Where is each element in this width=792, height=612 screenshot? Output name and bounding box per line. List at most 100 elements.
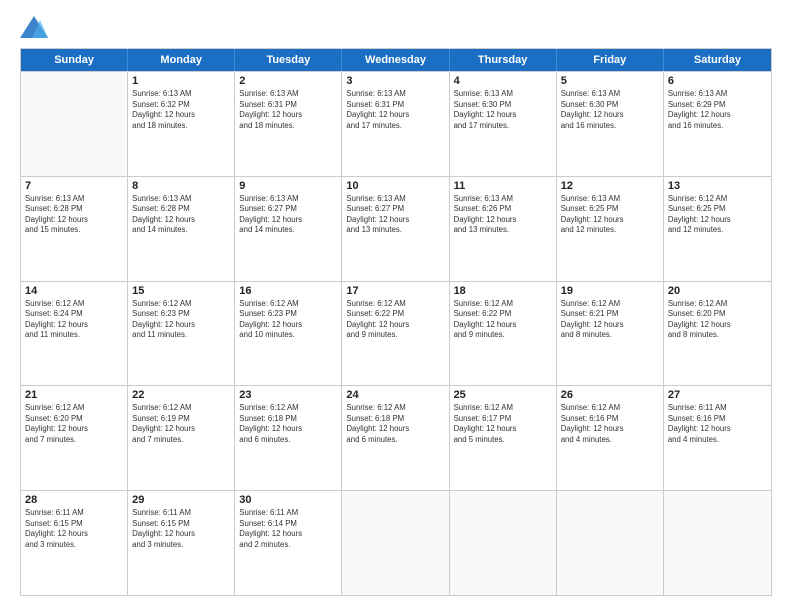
cal-cell: 2 Sunrise: 6:13 AM Sunset: 6:31 PM Daylig… [235, 72, 342, 176]
cal-cell: 18Sunrise: 6:12 AM Sunset: 6:22 PM Dayli… [450, 282, 557, 386]
header-day-wednesday: Wednesday [342, 49, 449, 71]
week-row-4: 21 Sunrise: 6:12 AM Sunset: 6:20 PM Dayli… [21, 385, 771, 490]
cal-cell: 16 Sunrise: 6:12 AM Sunset: 6:23 PM Dayli… [235, 282, 342, 386]
day-number: 28 [25, 494, 123, 506]
day-info: Sunrise: 6:13 AM Sunset: 6:28 PM Dayligh… [132, 194, 230, 236]
header-day-tuesday: Tuesday [235, 49, 342, 71]
day-number: 5 [561, 75, 659, 87]
day-info: Sunrise: 6:12 AM Sunset: 6:21 PM Dayligh… [561, 299, 659, 341]
cal-cell [342, 491, 449, 595]
cal-cell: 20 Sunrise: 6:12 AM Sunset: 6:20 PM Dayli… [664, 282, 771, 386]
cal-cell: 26Sunrise: 6:12 AM Sunset: 6:16 PM Dayli… [557, 386, 664, 490]
day-info: Sunrise: 6:13 AM Sunset: 6:29 PM Dayligh… [668, 89, 767, 131]
cal-cell: 28 Sunrise: 6:11 AM Sunset: 6:15 PM Dayli… [21, 491, 128, 595]
day-info: Sunrise: 6:12 AM Sunset: 6:18 PM Dayligh… [346, 403, 444, 445]
day-info: Sunrise: 6:11 AM Sunset: 6:15 PM Dayligh… [25, 508, 123, 550]
calendar-header: SundayMondayTuesdayWednesdayThursdayFrid… [21, 49, 771, 71]
day-number: 17 [346, 285, 444, 297]
logo-icon [20, 16, 48, 38]
cal-cell: 6 Sunrise: 6:13 AM Sunset: 6:29 PM Daylig… [664, 72, 771, 176]
cal-cell: 8 Sunrise: 6:13 AM Sunset: 6:28 PM Daylig… [128, 177, 235, 281]
cal-cell: 14 Sunrise: 6:12 AM Sunset: 6:24 PM Dayli… [21, 282, 128, 386]
day-info: Sunrise: 6:13 AM Sunset: 6:26 PM Dayligh… [454, 194, 552, 236]
day-number: 2 [239, 75, 337, 87]
day-info: Sunrise: 6:11 AM Sunset: 6:14 PM Dayligh… [239, 508, 337, 550]
cal-cell [450, 491, 557, 595]
day-number: 14 [25, 285, 123, 297]
day-number: 19 [561, 285, 659, 297]
cal-cell: 12 Sunrise: 6:13 AM Sunset: 6:25 PM Dayli… [557, 177, 664, 281]
day-number: 20 [668, 285, 767, 297]
cal-cell: 27 Sunrise: 6:11 AM Sunset: 6:16 PM Dayli… [664, 386, 771, 490]
day-number: 15 [132, 285, 230, 297]
day-info: Sunrise: 6:12 AM Sunset: 6:22 PM Dayligh… [454, 299, 552, 341]
day-number: 7 [25, 180, 123, 192]
cal-cell: 13Sunrise: 6:12 AM Sunset: 6:25 PM Dayli… [664, 177, 771, 281]
cal-cell: 15 Sunrise: 6:12 AM Sunset: 6:23 PM Dayli… [128, 282, 235, 386]
cal-cell [21, 72, 128, 176]
header [20, 16, 772, 38]
day-number: 8 [132, 180, 230, 192]
cal-cell: 7 Sunrise: 6:13 AM Sunset: 6:28 PM Daylig… [21, 177, 128, 281]
day-number: 9 [239, 180, 337, 192]
day-info: Sunrise: 6:12 AM Sunset: 6:18 PM Dayligh… [239, 403, 337, 445]
cal-cell: 5 Sunrise: 6:13 AM Sunset: 6:30 PM Daylig… [557, 72, 664, 176]
day-info: Sunrise: 6:12 AM Sunset: 6:17 PM Dayligh… [454, 403, 552, 445]
cal-cell: 4 Sunrise: 6:13 AM Sunset: 6:30 PM Daylig… [450, 72, 557, 176]
day-number: 6 [668, 75, 767, 87]
day-info: Sunrise: 6:12 AM Sunset: 6:19 PM Dayligh… [132, 403, 230, 445]
cal-cell: 10 Sunrise: 6:13 AM Sunset: 6:27 PM Dayli… [342, 177, 449, 281]
day-info: Sunrise: 6:12 AM Sunset: 6:23 PM Dayligh… [132, 299, 230, 341]
day-info: Sunrise: 6:13 AM Sunset: 6:32 PM Dayligh… [132, 89, 230, 131]
day-info: Sunrise: 6:13 AM Sunset: 6:27 PM Dayligh… [346, 194, 444, 236]
day-info: Sunrise: 6:11 AM Sunset: 6:15 PM Dayligh… [132, 508, 230, 550]
day-info: Sunrise: 6:12 AM Sunset: 6:20 PM Dayligh… [25, 403, 123, 445]
day-number: 21 [25, 389, 123, 401]
cal-cell: 9 Sunrise: 6:13 AM Sunset: 6:27 PM Daylig… [235, 177, 342, 281]
cal-cell: 22 Sunrise: 6:12 AM Sunset: 6:19 PM Dayli… [128, 386, 235, 490]
day-info: Sunrise: 6:13 AM Sunset: 6:28 PM Dayligh… [25, 194, 123, 236]
day-number: 23 [239, 389, 337, 401]
cal-cell: 30 Sunrise: 6:11 AM Sunset: 6:14 PM Dayli… [235, 491, 342, 595]
day-number: 10 [346, 180, 444, 192]
cal-cell: 21 Sunrise: 6:12 AM Sunset: 6:20 PM Dayli… [21, 386, 128, 490]
day-info: Sunrise: 6:12 AM Sunset: 6:24 PM Dayligh… [25, 299, 123, 341]
day-number: 30 [239, 494, 337, 506]
calendar: SundayMondayTuesdayWednesdayThursdayFrid… [20, 48, 772, 596]
day-number: 16 [239, 285, 337, 297]
day-number: 29 [132, 494, 230, 506]
header-day-saturday: Saturday [664, 49, 771, 71]
day-number: 3 [346, 75, 444, 87]
header-day-friday: Friday [557, 49, 664, 71]
header-day-sunday: Sunday [21, 49, 128, 71]
header-day-monday: Monday [128, 49, 235, 71]
calendar-body: 1 Sunrise: 6:13 AM Sunset: 6:32 PM Daylig… [21, 71, 771, 595]
logo [20, 16, 52, 38]
day-info: Sunrise: 6:12 AM Sunset: 6:20 PM Dayligh… [668, 299, 767, 341]
cal-cell: 11Sunrise: 6:13 AM Sunset: 6:26 PM Dayli… [450, 177, 557, 281]
cal-cell: 23 Sunrise: 6:12 AM Sunset: 6:18 PM Dayli… [235, 386, 342, 490]
day-info: Sunrise: 6:12 AM Sunset: 6:16 PM Dayligh… [561, 403, 659, 445]
day-number: 12 [561, 180, 659, 192]
day-info: Sunrise: 6:13 AM Sunset: 6:31 PM Dayligh… [346, 89, 444, 131]
day-number: 1 [132, 75, 230, 87]
day-info: Sunrise: 6:13 AM Sunset: 6:27 PM Dayligh… [239, 194, 337, 236]
day-info: Sunrise: 6:12 AM Sunset: 6:25 PM Dayligh… [668, 194, 767, 236]
cal-cell: 24 Sunrise: 6:12 AM Sunset: 6:18 PM Dayli… [342, 386, 449, 490]
day-number: 25 [454, 389, 552, 401]
day-info: Sunrise: 6:11 AM Sunset: 6:16 PM Dayligh… [668, 403, 767, 445]
day-info: Sunrise: 6:13 AM Sunset: 6:30 PM Dayligh… [454, 89, 552, 131]
day-info: Sunrise: 6:12 AM Sunset: 6:23 PM Dayligh… [239, 299, 337, 341]
cal-cell [557, 491, 664, 595]
cal-cell: 29 Sunrise: 6:11 AM Sunset: 6:15 PM Dayli… [128, 491, 235, 595]
header-day-thursday: Thursday [450, 49, 557, 71]
day-info: Sunrise: 6:13 AM Sunset: 6:30 PM Dayligh… [561, 89, 659, 131]
day-info: Sunrise: 6:13 AM Sunset: 6:31 PM Dayligh… [239, 89, 337, 131]
day-number: 24 [346, 389, 444, 401]
day-number: 22 [132, 389, 230, 401]
day-number: 4 [454, 75, 552, 87]
day-number: 27 [668, 389, 767, 401]
week-row-1: 1 Sunrise: 6:13 AM Sunset: 6:32 PM Daylig… [21, 71, 771, 176]
day-info: Sunrise: 6:13 AM Sunset: 6:25 PM Dayligh… [561, 194, 659, 236]
week-row-5: 28 Sunrise: 6:11 AM Sunset: 6:15 PM Dayli… [21, 490, 771, 595]
